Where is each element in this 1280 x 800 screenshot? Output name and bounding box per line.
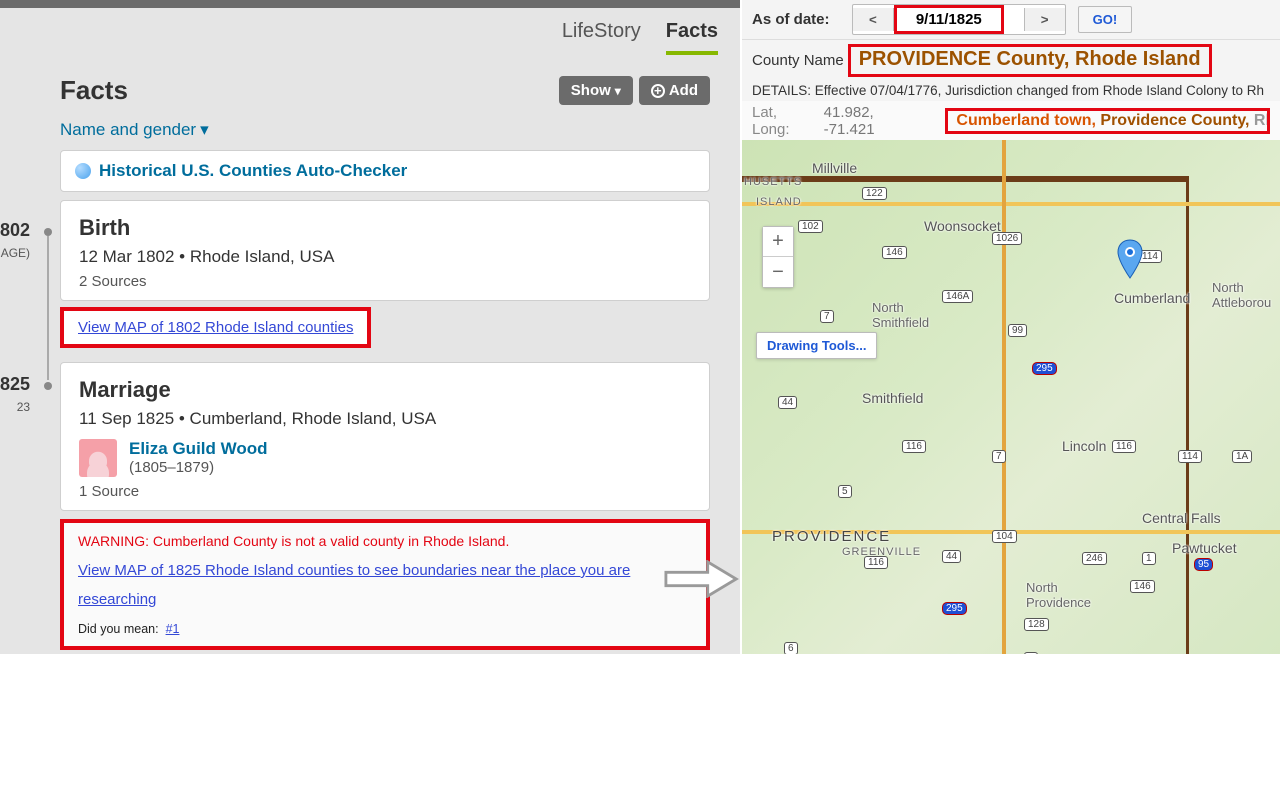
zoom-out-button[interactable]: − bbox=[763, 257, 793, 287]
county-label: County Name bbox=[752, 52, 844, 69]
chevron-down-icon: ▾ bbox=[200, 120, 209, 140]
birth-maplink-box: View MAP of 1802 Rhode Island counties bbox=[60, 307, 371, 348]
show-button[interactable]: Show ▾ bbox=[559, 76, 633, 105]
facts-title: Facts bbox=[60, 75, 128, 106]
chevron-down-icon: ▾ bbox=[615, 84, 621, 98]
birth-map-link[interactable]: View MAP of 1802 Rhode Island counties bbox=[78, 319, 353, 336]
timeline-year-1825: 82523 bbox=[0, 374, 30, 416]
county-name: PROVIDENCE County, Rhode Island bbox=[848, 44, 1212, 77]
birth-detail: 12 Mar 1802 • Rhode Island, USA bbox=[79, 247, 691, 267]
warning-box: WARNING: Cumberland County is not a vali… bbox=[60, 519, 710, 650]
latlong-value: 41.982, -71.421 bbox=[824, 104, 924, 138]
map[interactable]: Millville Woonsocket Cumberland North At… bbox=[742, 140, 1280, 654]
spouse-dates: (1805–1879) bbox=[129, 459, 268, 476]
add-button[interactable]: + Add bbox=[639, 76, 710, 105]
place-name: Cumberland town, Providence County, Rh bbox=[945, 108, 1270, 134]
tab-facts[interactable]: Facts bbox=[666, 20, 718, 55]
tab-lifestory[interactable]: LifeStory bbox=[562, 20, 641, 55]
autochecker-card[interactable]: Historical U.S. Counties Auto-Checker bbox=[60, 150, 710, 192]
warning-text: WARNING: Cumberland County is not a vali… bbox=[78, 533, 692, 549]
arrow-icon bbox=[664, 560, 740, 601]
plus-icon: + bbox=[651, 84, 665, 98]
details-row: DETAILS: Effective 07/04/1776, Jurisdict… bbox=[742, 81, 1280, 101]
zoom-control: + − bbox=[762, 226, 794, 288]
birth-sources: 2 Sources bbox=[79, 273, 691, 290]
asof-label: As of date: bbox=[752, 11, 852, 28]
date-next-button[interactable]: > bbox=[1024, 8, 1065, 31]
marriage-detail: 11 Sep 1825 • Cumberland, Rhode Island, … bbox=[79, 409, 691, 429]
timeline-year-1802: 802AGE) bbox=[0, 220, 30, 262]
marriage-card[interactable]: Marriage 11 Sep 1825 • Cumberland, Rhode… bbox=[60, 362, 710, 511]
marriage-title: Marriage bbox=[79, 377, 691, 403]
globe-icon bbox=[75, 163, 91, 179]
date-prev-button[interactable]: < bbox=[853, 8, 894, 31]
go-button[interactable]: GO! bbox=[1078, 6, 1133, 33]
map-pin-icon bbox=[1116, 238, 1144, 283]
warning-map-link[interactable]: View MAP of 1825 Rhode Island counties t… bbox=[78, 562, 630, 608]
marriage-sources: 1 Source bbox=[79, 483, 691, 500]
spouse-avatar bbox=[79, 439, 117, 477]
didyoumean-link[interactable]: #1 bbox=[166, 622, 180, 636]
birth-card[interactable]: Birth 12 Mar 1802 • Rhode Island, USA 2 … bbox=[60, 200, 710, 301]
zoom-in-button[interactable]: + bbox=[763, 227, 793, 257]
latlong-label: Lat, Long: bbox=[752, 104, 815, 138]
spouse-link[interactable]: Eliza Guild Wood bbox=[129, 439, 268, 459]
name-gender-collapser[interactable]: Name and gender ▾ bbox=[60, 120, 209, 150]
birth-title: Birth bbox=[79, 215, 691, 241]
asof-date-input[interactable] bbox=[894, 5, 1004, 34]
drawing-tools-button[interactable]: Drawing Tools... bbox=[756, 332, 877, 359]
